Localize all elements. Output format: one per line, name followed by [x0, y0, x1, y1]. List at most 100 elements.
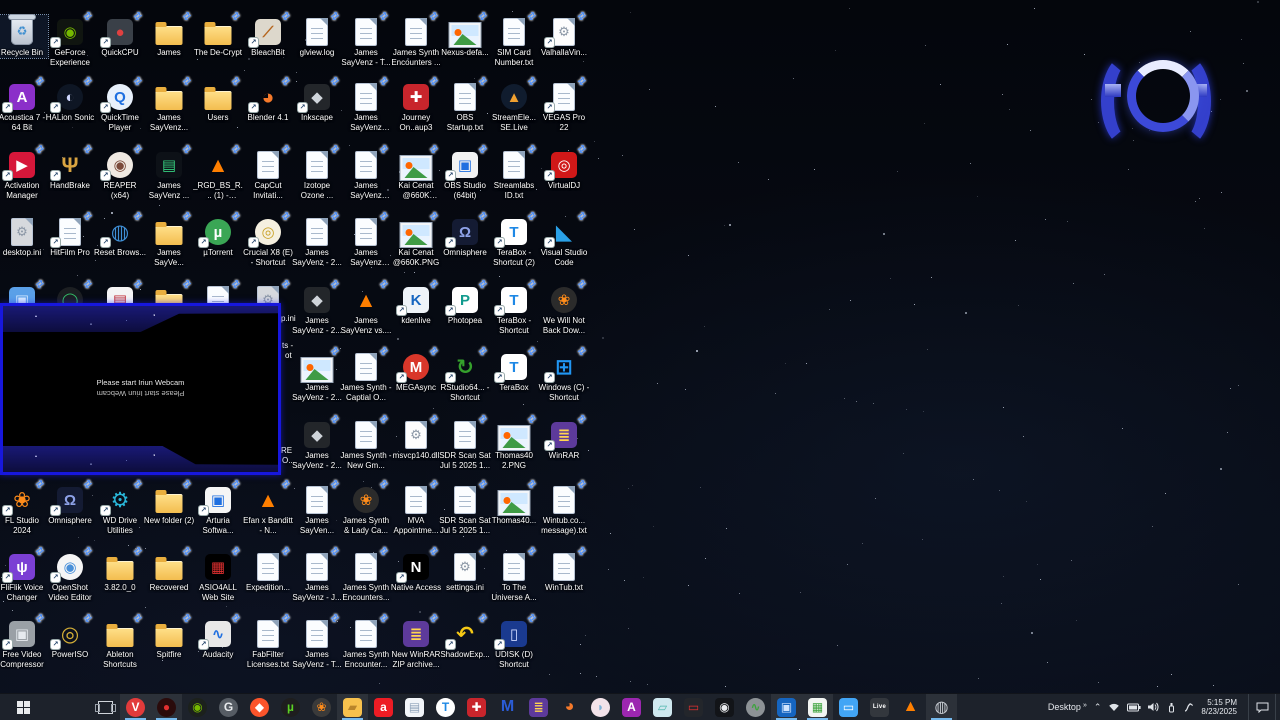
desktop-icon-james-sayven[interactable]: ⇄ James SayVen...	[291, 478, 343, 535]
taskbar-item-goldwave[interactable]: ∿	[740, 694, 771, 720]
audio-plugin-icon[interactable]	[1183, 702, 1194, 713]
taskbar-item-nvidia-app[interactable]: ◉	[182, 694, 213, 720]
desktop-icon-new-folder-2[interactable]: ⇄ New folder (2)	[143, 478, 195, 526]
desktop-icon-james-synth-new-gm[interactable]: ⇄ James Synth - New Gm...	[340, 413, 392, 470]
desktop-icon-quickcpu[interactable]: ● ⇄ ↗ QuickCPU	[94, 10, 146, 58]
desktop-icon-inkscape[interactable]: ◆ ⇄ ↗ Inkscape	[291, 75, 343, 123]
desktop-icon-fl-studio-2024[interactable]: ❀ ⇄ ↗ FL Studio 2024	[0, 478, 48, 535]
desktop-icon-photopea[interactable]: P ⇄ ↗ Photopea	[439, 278, 491, 326]
action-center-button[interactable]	[1248, 694, 1269, 720]
taskbar-item-live-badge-app[interactable]: Live	[864, 694, 895, 720]
taskbar-item-amd-software[interactable]: a	[368, 694, 399, 720]
desktop-icon-audacity[interactable]: ∿ ⇄ ↗ Audacity	[192, 612, 244, 660]
desktop-icon-geforce-experience[interactable]: ◉ ⇄ ↗ GeForce Experience	[44, 10, 96, 67]
desktop-icon-streamlabs-id-txt[interactable]: ⇄ Streamlabs ID.txt	[488, 143, 540, 200]
desktop-icon-omnisphere[interactable]: Ω ⇄ ↗ Omnisphere	[439, 210, 491, 258]
desktop-icon-we-will-not-back-dow[interactable]: ❀ ⇄ We Will Not Back Dow...	[538, 278, 590, 335]
start-button[interactable]	[0, 694, 46, 720]
desktop-icon-reaper-x64[interactable]: ◉ ⇄ ↗ REAPER (x64)	[94, 143, 146, 200]
taskbar-item-capture-monitor-app[interactable]: ▭	[678, 694, 709, 720]
desktop-icon-settings-ini[interactable]: ⚙ ⇄ settings.ini	[439, 545, 491, 593]
desktop-icon-terabox[interactable]: T ⇄ ↗ TeraBox	[488, 345, 540, 393]
desktop-icon-james-synth-lady-ca[interactable]: ❀ ⇄ James Synth & Lady Ca...	[340, 478, 392, 535]
desktop-icon-wd-drive-utilities[interactable]: ⚙ ⇄ ↗ WD Drive Utilities	[94, 478, 146, 535]
desktop-icon-hitfilm-pro[interactable]: ⇄ ↗ HitFilm Pro	[44, 210, 96, 258]
desktop-icon-glview-log[interactable]: ⇄ glview.log	[291, 10, 343, 58]
desktop-icon-sdr-scan-sat-jul-5-2025-1[interactable]: ⇄ SDR Scan Sat Jul 5 2025 1...	[439, 413, 491, 470]
desktop-icon-obs-startup-txt[interactable]: ⇄ OBS Startup.txt	[439, 75, 491, 132]
task-view-button[interactable]	[90, 694, 120, 720]
desktop-icon-fabfilter-licenses-txt[interactable]: ⇄ FabFilter Licenses.txt	[242, 612, 294, 669]
desktop-icon-vegas-pro-22[interactable]: ⇄ ↗ VEGAS Pro 22	[538, 75, 590, 132]
battery-icon[interactable]	[1127, 703, 1142, 712]
desktop-icon-capcut-invitati[interactable]: ⇄ CapCut Invitati...	[242, 143, 294, 200]
desktop-icon-the-de-crypt[interactable]: ⇄ The De-Crypt	[192, 10, 244, 58]
hidden-icons-chevron-icon[interactable]: ⌃	[1094, 702, 1102, 713]
desktop-icon-quicktime-player[interactable]: Q ⇄ ↗ QuickTime Player	[94, 75, 146, 132]
desktop-icon-3-82-0-0[interactable]: ⇄ 3.82.0_0	[94, 545, 146, 593]
desktop-icon-james-sayvenz[interactable]: ▤ ⇄ James SayVenz ...	[143, 143, 195, 200]
desktop-icon-james-sayvenz[interactable]: ⇄ James SayVenz...	[143, 75, 195, 132]
desktop-icon-new-winrar-zip-archive[interactable]: ≣ ⇄ New WinRAR ZIP archive...	[390, 612, 442, 669]
taskbar-item-card-app[interactable]: ▭	[833, 694, 864, 720]
desktop-icon-users[interactable]: ⇄ Users	[192, 75, 244, 123]
desktop-icon-valhallavin[interactable]: ⚙ ⇄ ↗ ValhallaVin...	[538, 10, 590, 58]
desktop-icon-spitfire[interactable]: ⇄ Spitfire	[143, 612, 195, 660]
desktop-icon-nexus-defa[interactable]: ⇄ Nexus-defa...	[439, 10, 491, 58]
desktop-icon-free-video-compressor[interactable]: ▣ ⇄ ↗ Free Video Compressor	[0, 612, 48, 669]
desktop-icon-reset-brows[interactable]: ◍ ⇄ ↗ Reset Brows...	[94, 210, 146, 258]
taskbar-item-iriun-webcam[interactable]: ◉	[709, 694, 740, 720]
desktop-icon-native-access[interactable]: N ⇄ ↗ Native Access	[390, 545, 442, 593]
desktop-icon-arturia-softwa[interactable]: ▣ ⇄ ↗ Arturia Softwa...	[192, 478, 244, 535]
desktop-icon-rgd-bs-r-1-tempo[interactable]: ▲⇄_RGD_BS_R... (1) - Tempo...	[192, 143, 244, 200]
desktop-icon-crucial-x8-e-shortcut[interactable]: ◎ ⇄ ↗ Crucial X8 (E) - Shortcut	[242, 210, 294, 267]
desktop-icon-james-sayvenz-pre[interactable]: ⇄ James SayVenz pre...	[340, 210, 392, 267]
desktop-icon-halion-sonic[interactable]: ◐ ⇄ ↗ HALion Sonic	[44, 75, 96, 123]
desktop-icon-james[interactable]: ⇄ James	[143, 10, 195, 58]
desktop-icon-rstudio64-shortcut[interactable]: ↻ ⇄ ↗ RStudio64... - Shortcut	[439, 345, 491, 402]
desktop-icon-james-synth-encounters[interactable]: ⇄ James Synth Encounters...	[340, 545, 392, 602]
taskbar-item-blender[interactable]: ◕	[554, 694, 585, 720]
desktop-icon-mva-appointme[interactable]: ⇄ MVA Appointme...	[390, 478, 442, 535]
taskbar-item-document-app[interactable]: ▤	[399, 694, 430, 720]
desktop-icon-openshot-video-editor[interactable]: ◉ ⇄ ↗ OpenShot Video Editor	[44, 545, 96, 602]
desktop-icon-efan-x-banditt-n[interactable]: ▲ ⇄ Efan x Banditt - N...	[242, 478, 294, 535]
desktop-icon-virtualdj[interactable]: ◎ ⇄ ↗ VirtualDJ	[538, 143, 590, 191]
desktop-icon-james-sayvenz-pre[interactable]: ⇄ James SayVenz pre...	[340, 75, 392, 132]
desktop-icon-winrar[interactable]: ≣ ⇄ ↗ WinRAR	[538, 413, 590, 461]
taskbar-item-vlc-player[interactable]: ▲	[895, 694, 926, 720]
taskbar-item-red-media-app[interactable]: ●	[151, 694, 182, 720]
desktop-icon-msvcp140-dll[interactable]: ⚙ ⇄ msvcp140.dll	[390, 413, 442, 461]
desktop-icon-kdenlive[interactable]: K ⇄ ↗ kdenlive	[390, 278, 442, 326]
desktop-icon-asio4all-web-site[interactable]: ▦ ⇄ ASIO4ALL Web Site	[192, 545, 244, 602]
desktop-icon-omnisphere[interactable]: Ω ⇄ ↗ Omnisphere	[44, 478, 96, 526]
taskbar-item-terabox[interactable]: T	[430, 694, 461, 720]
desktop-icon-james-synth-captial-o[interactable]: ⇄ James Synth - Captial O...	[340, 345, 392, 402]
desktop-icon-visual-studio-code[interactable]: ◣ ⇄ ↗ Visual Studio Code	[538, 210, 590, 267]
desktop-icon-fliflik-voice-changer[interactable]: ψ ⇄ ↗ FliFlik Voice Changer	[0, 545, 48, 602]
taskbar-item-vivaldi-browser[interactable]: V	[120, 694, 151, 720]
desktop-icon-udisk-d-shortcut[interactable]: ▯ ⇄ ↗ UDISK (D) Shortcut	[488, 612, 540, 669]
desktop-icon-james-sayvenz-2[interactable]: ◆ ⇄ James SayVenz - 2...	[291, 413, 343, 470]
desktop-icon-james-sayvenz-t[interactable]: ⇄ James SayVenz - T...	[340, 10, 392, 67]
desktop-icon-handbrake[interactable]: Ψ ⇄ ↗ HandBrake	[44, 143, 96, 191]
desktop-icon-megasync[interactable]: M ⇄ ↗ MEGAsync	[390, 345, 442, 393]
desktop-icon-recycle-bin[interactable]: ♻ Recycle Bin	[0, 14, 49, 59]
taskbar-item-journey-app[interactable]: ✚	[461, 694, 492, 720]
taskbar-clock[interactable]: 5:15 PM 8/23/2025	[1201, 698, 1237, 716]
desktop-icon-james-sayvenz-2[interactable]: ◆ ⇄ James SayVenz - 2...	[291, 278, 343, 335]
taskbar-item-mega[interactable]: M	[492, 694, 523, 720]
desktop-icon-terabox-shortcut[interactable]: T ⇄ ↗ TeraBox - Shortcut	[488, 278, 540, 335]
desktop-icon-torrent[interactable]: µ ⇄ ↗ µTorrent	[192, 210, 244, 258]
desktop-icon-activation-manager[interactable]: ▶ ⇄ ↗ Activation Manager	[0, 143, 48, 200]
desktop-icon-journey-on-aup3[interactable]: ✚ ⇄ Journey On..aup3	[390, 75, 442, 132]
desktop-icon-windows-c-shortcut[interactable]: ⊞ ⇄ ↗ Windows (C) - Shortcut	[538, 345, 590, 402]
desktop-icon-james-sayvenz-j[interactable]: ⇄ James SayVenz - J...	[291, 545, 343, 602]
taskbar-item-github-desktop[interactable]: G	[213, 694, 244, 720]
taskbar-item-winrar[interactable]: ≣	[523, 694, 554, 720]
taskbar-item-notes-app[interactable]: ▱	[647, 694, 678, 720]
network-icon[interactable]	[1108, 702, 1120, 712]
desktop-toolbar-chevron-icon[interactable]: »	[1083, 702, 1087, 709]
desktop-icon-james-sayvenz-2[interactable]: ⇄ James SayVenz - 2...	[291, 210, 343, 267]
taskbar-item-fl-studio[interactable]: ❀	[306, 694, 337, 720]
